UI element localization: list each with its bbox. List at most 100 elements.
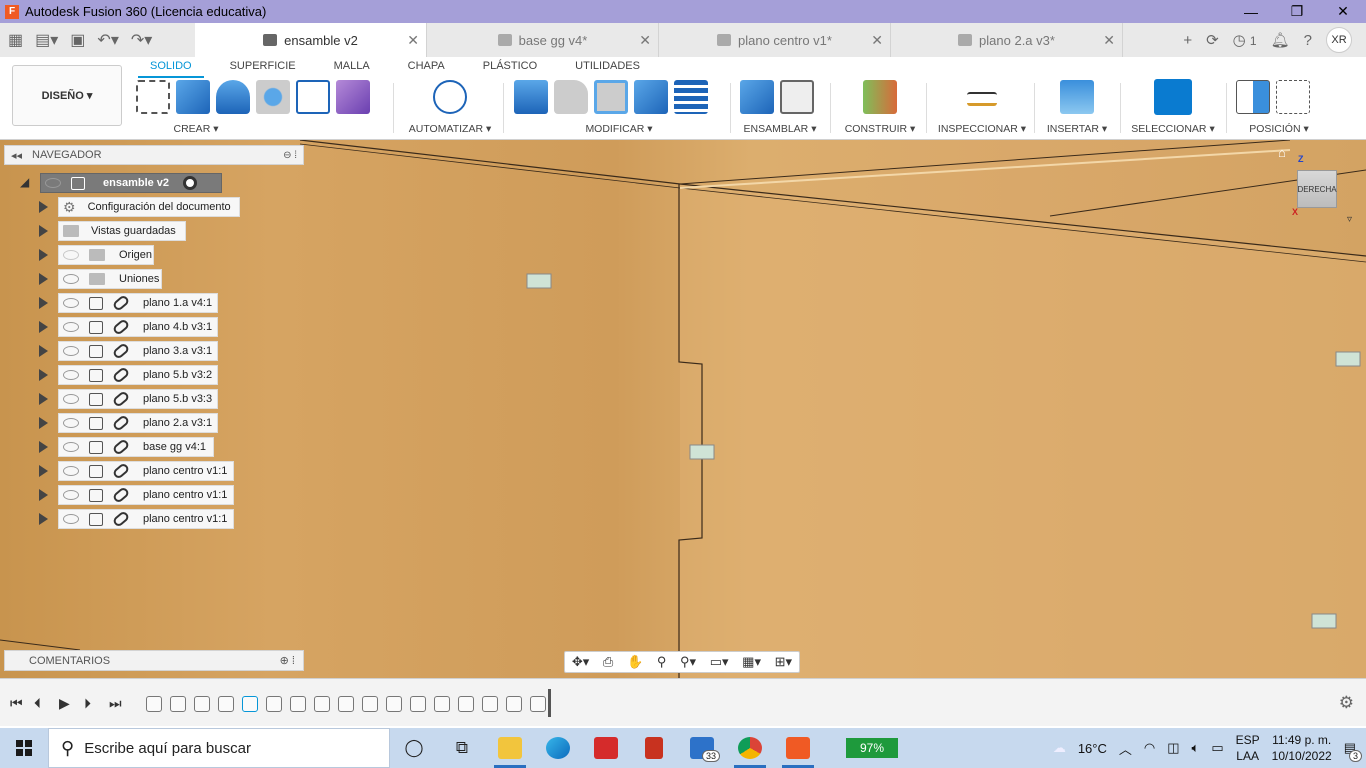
- viewports-icon[interactable]: ⊞▾: [775, 654, 792, 670]
- inspeccionar-menu[interactable]: INSPECCIONAR ▾: [936, 123, 1028, 135]
- extrude-icon[interactable]: [176, 80, 210, 114]
- step-forward-icon[interactable]: ⏵: [84, 695, 91, 712]
- timeline-joint-icon[interactable]: [146, 696, 162, 712]
- notifications-icon[interactable]: 🔔︎: [1271, 31, 1290, 49]
- timeline-joint-icon[interactable]: [530, 696, 546, 712]
- camera-icon[interactable]: ◫: [1167, 740, 1179, 756]
- timeline-joint-icon[interactable]: [386, 696, 402, 712]
- timeline-joint-icon[interactable]: [338, 696, 354, 712]
- new-component-icon[interactable]: [740, 80, 774, 114]
- combine-icon[interactable]: [634, 80, 668, 114]
- joint-icon[interactable]: [780, 80, 814, 114]
- battery-widget[interactable]: 97%: [846, 738, 898, 758]
- fusion-360-icon[interactable]: [774, 728, 822, 768]
- minimize-button[interactable]: —: [1228, 0, 1274, 23]
- timeline-joint-icon[interactable]: [314, 696, 330, 712]
- go-to-end-icon[interactable]: ⏭: [109, 695, 122, 712]
- undo-icon[interactable]: ↶▾: [97, 30, 118, 50]
- tab-superficie[interactable]: SUPERFICIE: [218, 58, 308, 78]
- activate-radio-icon[interactable]: [183, 176, 198, 190]
- timeline-marker[interactable]: [548, 689, 551, 717]
- hole-icon[interactable]: [256, 80, 290, 114]
- press-pull-icon[interactable]: [514, 80, 548, 114]
- doc-tab-plano-centro[interactable]: plano centro v1* ✕: [659, 23, 891, 57]
- insert-image-icon[interactable]: [1060, 80, 1094, 114]
- weather-cloud-icon[interactable]: ☁: [1053, 740, 1066, 756]
- select-icon[interactable]: [1154, 79, 1192, 115]
- file-menu-icon[interactable]: ▤▾: [35, 30, 58, 50]
- doc-tab-base-gg[interactable]: base gg v4* ✕: [427, 23, 659, 57]
- offset-plane-icon[interactable]: [863, 80, 897, 114]
- extensions-icon[interactable]: ⟳: [1206, 31, 1219, 49]
- volume-icon[interactable]: 🔈︎: [1192, 740, 1200, 756]
- timeline-joint-icon[interactable]: [434, 696, 450, 712]
- start-button[interactable]: [0, 728, 48, 768]
- help-icon[interactable]: ?: [1304, 32, 1312, 49]
- close-tab-icon[interactable]: ✕: [1103, 32, 1115, 49]
- revolve-icon[interactable]: [216, 80, 250, 114]
- reader-app-icon[interactable]: [582, 728, 630, 768]
- pan-icon[interactable]: ✋: [627, 654, 643, 670]
- construir-menu[interactable]: CONSTRUIR ▾: [840, 123, 920, 135]
- pattern-icon[interactable]: [296, 80, 330, 114]
- fillet-icon[interactable]: [554, 80, 588, 114]
- timeline-joint-icon[interactable]: [290, 696, 306, 712]
- mail-icon[interactable]: 33: [678, 728, 726, 768]
- tab-plastico[interactable]: PLÁSTICO: [471, 58, 549, 78]
- weather-temperature[interactable]: 16°C: [1078, 741, 1107, 756]
- home-view-icon[interactable]: ⌂: [1278, 145, 1286, 160]
- file-explorer-icon[interactable]: [486, 728, 534, 768]
- timeline-joint-icon[interactable]: [410, 696, 426, 712]
- create-sketch-icon[interactable]: [136, 80, 170, 114]
- timeline-position-icon[interactable]: [242, 696, 258, 712]
- viewcube[interactable]: DERECHA: [1297, 170, 1337, 208]
- tab-chapa[interactable]: CHAPA: [396, 58, 457, 78]
- job-status-icon[interactable]: ◷ 1: [1233, 31, 1257, 49]
- insertar-menu[interactable]: INSERTAR ▾: [1044, 123, 1110, 135]
- tab-malla[interactable]: MALLA: [322, 58, 382, 78]
- zoom-icon[interactable]: ⚲: [657, 654, 667, 670]
- language-indicator[interactable]: ESP LAA: [1236, 732, 1260, 764]
- collapse-panel-icon[interactable]: ◂◂: [11, 149, 22, 162]
- task-view-icon[interactable]: ⧉: [438, 728, 486, 768]
- tray-chevron-up-icon[interactable]: ︿: [1119, 739, 1132, 758]
- data-panel-grid-icon[interactable]: ▦: [8, 30, 23, 50]
- restore-button[interactable]: ❐: [1274, 0, 1320, 23]
- timeline-joint-icon[interactable]: [458, 696, 474, 712]
- notifications-center-icon[interactable]: ▤ 3: [1344, 740, 1362, 762]
- timeline-settings-gear-icon[interactable]: ⚙: [1339, 693, 1354, 713]
- offset-face-icon[interactable]: [674, 80, 708, 114]
- battery-tray-icon[interactable]: ▭: [1211, 740, 1223, 756]
- acrobat-icon[interactable]: [630, 728, 678, 768]
- shell-icon[interactable]: [594, 80, 628, 114]
- timeline-joint-icon[interactable]: [170, 696, 186, 712]
- comments-panel[interactable]: COMENTARIOS ⊕ ⁞: [4, 650, 304, 671]
- form-icon[interactable]: [336, 80, 370, 114]
- wifi-icon[interactable]: ◠: [1144, 740, 1155, 756]
- timeline-joint-icon[interactable]: [218, 696, 234, 712]
- cortana-icon[interactable]: ◯: [390, 728, 438, 768]
- step-back-icon[interactable]: ⏴: [34, 695, 41, 712]
- close-tab-icon[interactable]: ✕: [639, 32, 651, 49]
- go-to-start-icon[interactable]: ⏮: [10, 695, 23, 712]
- clock[interactable]: 11:49 p. m. 10/10/2022: [1272, 732, 1332, 764]
- new-tab-icon[interactable]: +: [1183, 32, 1192, 49]
- redo-icon[interactable]: ↷▾: [131, 30, 152, 50]
- 3d-viewport[interactable]: [0, 140, 1366, 678]
- tab-utilidades[interactable]: UTILIDADES: [563, 58, 652, 78]
- visibility-eye-icon[interactable]: [45, 178, 61, 188]
- add-comment-icon[interactable]: ⊕ ⁞: [280, 654, 295, 667]
- taskbar-search[interactable]: ⚲ Escribe aquí para buscar: [48, 728, 390, 768]
- user-avatar[interactable]: XR: [1326, 27, 1352, 53]
- edge-icon[interactable]: [534, 728, 582, 768]
- close-window-button[interactable]: ✕: [1320, 0, 1366, 23]
- look-at-icon[interactable]: ⎙: [603, 654, 613, 670]
- capture-position-icon[interactable]: [1236, 80, 1270, 114]
- timeline-joint-icon[interactable]: [482, 696, 498, 712]
- close-tab-icon[interactable]: ✕: [407, 32, 419, 49]
- close-tab-icon[interactable]: ✕: [871, 32, 883, 49]
- modificar-menu[interactable]: MODIFICAR ▾: [514, 123, 724, 135]
- timeline-joint-icon[interactable]: [506, 696, 522, 712]
- ensamblar-menu[interactable]: ENSAMBLAR ▾: [740, 123, 820, 135]
- revert-position-icon[interactable]: [1276, 80, 1310, 114]
